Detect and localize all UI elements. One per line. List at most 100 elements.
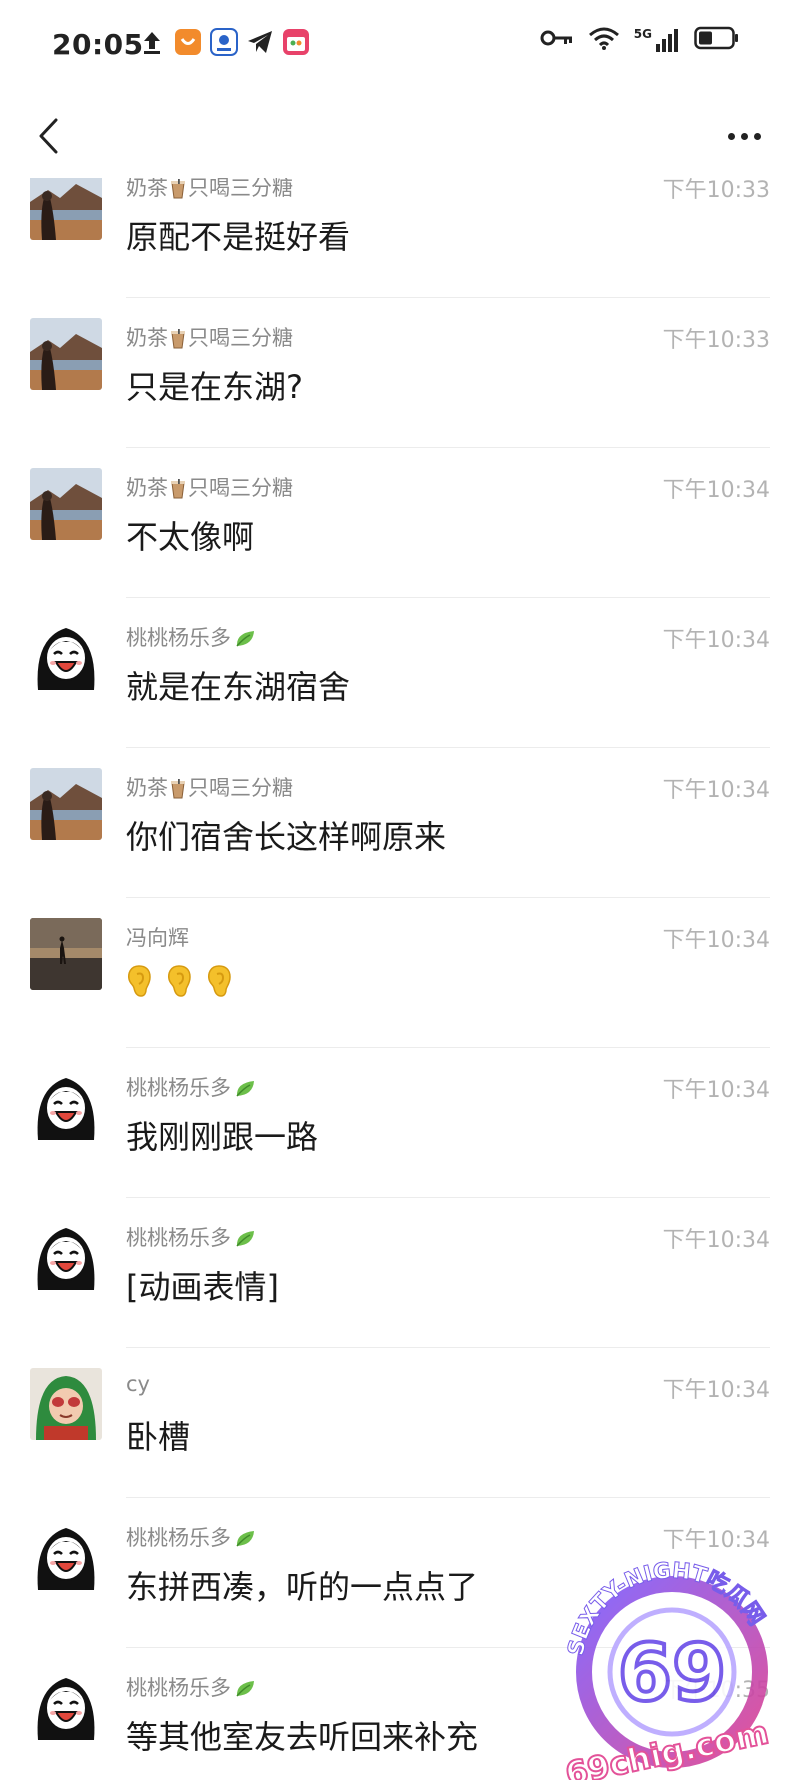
message-item[interactable]: 冯向辉 下午10:34 (0, 898, 800, 1048)
avatar[interactable] (30, 178, 102, 240)
message-text: 只是在东湖? (126, 368, 303, 406)
sender-name-text: cy (126, 1372, 150, 1396)
message-item[interactable]: 桃桃杨乐多 下午10:34 我刚刚跟一路 (0, 1048, 800, 1198)
system-icons: 5G (540, 26, 740, 54)
avatar[interactable] (30, 1368, 102, 1440)
message-item[interactable]: 奶茶 只喝三分糖 下午10:33 原配不是挺好看 (0, 178, 800, 298)
cellular-signal-icon: 5G (634, 28, 680, 52)
sender-name-text: 桃桃杨乐多 (126, 626, 231, 650)
leaf-emoji-icon (236, 1681, 254, 1697)
sender-name-suffix: 只喝三分糖 (188, 326, 293, 350)
message-text: 就是在东湖宿舍 (126, 668, 351, 706)
sender-name: cy (126, 1372, 150, 1396)
sender-name-suffix: 只喝三分糖 (188, 776, 293, 800)
sender-name: 奶茶 只喝三分糖 (126, 178, 293, 202)
sender-name-suffix: 只喝三分糖 (188, 476, 293, 500)
message-item[interactable]: 奶茶 只喝三分糖 下午10:34 不太像啊 (0, 448, 800, 598)
upload-icon (138, 28, 166, 56)
sender-name-text: 冯向辉 (126, 926, 189, 950)
sender-name-text: 桃桃杨乐多 (126, 1676, 231, 1700)
message-time: 下午10:34 (662, 478, 770, 503)
sender-name-text: 奶茶 (126, 326, 168, 350)
message-item[interactable]: 桃桃杨乐多 下午10:34 [动画表情] (0, 1198, 800, 1348)
leaf-emoji-icon (236, 631, 254, 647)
more-dots-icon (727, 132, 735, 140)
sender-name-text: 桃桃杨乐多 (126, 1226, 231, 1250)
avatar[interactable] (30, 1518, 102, 1590)
emoji-row (126, 964, 232, 998)
milk-tea-emoji-icon (171, 479, 185, 499)
sender-name: 桃桃杨乐多 (126, 1672, 256, 1702)
vpn-key-icon (540, 28, 574, 52)
message-time: 下午10:34 (662, 628, 770, 653)
sender-name: 冯向辉 (126, 922, 189, 952)
message-time: 下午10:33 (662, 178, 770, 203)
location-app-icon (210, 28, 238, 56)
message-text (126, 962, 232, 998)
sender-name-text: 奶茶 (126, 178, 168, 200)
wifi-icon (588, 26, 620, 54)
app-badge-icon (174, 28, 202, 56)
sender-name-text: 桃桃杨乐多 (126, 1076, 231, 1100)
message-item[interactable]: 桃桃杨乐多 下午10:34 就是在东湖宿舍 (0, 598, 800, 748)
sender-name-text: 桃桃杨乐多 (126, 1526, 231, 1550)
message-text: 卧槽 (126, 1418, 191, 1456)
message-text: 我刚刚跟一路 (126, 1118, 319, 1156)
avatar[interactable] (30, 768, 102, 840)
telegram-icon (246, 28, 274, 56)
leaf-emoji-icon (236, 1081, 254, 1097)
sender-name-text: 奶茶 (126, 476, 168, 500)
sender-name: 奶茶 只喝三分糖 (126, 772, 293, 802)
sender-name: 桃桃杨乐多 (126, 622, 256, 652)
message-item[interactable]: cy 下午10:34 卧槽 (0, 1348, 800, 1498)
status-time: 20:05 (52, 28, 144, 61)
leaf-emoji-icon (236, 1231, 254, 1247)
ear-emoji-icon (128, 965, 151, 997)
sender-name: 桃桃杨乐多 (126, 1222, 256, 1252)
avatar[interactable] (30, 618, 102, 690)
watermark-logo: SEXTY-NIGHT吃瓜网 69 69chig.com (561, 1558, 773, 1780)
ear-emoji-icon (168, 965, 191, 997)
message-text: 原配不是挺好看 (126, 218, 351, 256)
milk-tea-emoji-icon (171, 179, 185, 199)
sender-name: 奶茶 只喝三分糖 (126, 472, 293, 502)
ear-emoji-icon (208, 965, 231, 997)
avatar[interactable] (30, 1218, 102, 1290)
watermark-number: 69 (618, 1629, 727, 1719)
message-time: 下午10:34 (662, 1378, 770, 1403)
avatar[interactable] (30, 468, 102, 540)
milk-tea-emoji-icon (171, 779, 185, 799)
avatar[interactable] (30, 1068, 102, 1140)
message-text: [动画表情] (126, 1268, 279, 1306)
sender-name: 奶茶 只喝三分糖 (126, 322, 293, 352)
chevron-left-icon (39, 118, 58, 154)
message-time: 下午10:34 (662, 1078, 770, 1103)
app-tile-icon (282, 28, 310, 56)
message-text: 东拼西凑，听的一点点了 (126, 1568, 479, 1606)
message-text: 等其他室友去听回来补充 (126, 1718, 479, 1756)
more-button[interactable] (708, 106, 780, 166)
milk-tea-emoji-icon (171, 329, 185, 349)
network-type-label: 5G (633, 27, 652, 41)
message-text: 不太像啊 (126, 518, 255, 556)
message-time: 下午10:33 (662, 328, 770, 353)
message-item[interactable]: 奶茶 只喝三分糖 下午10:33 只是在东湖? (0, 298, 800, 448)
sender-name-suffix: 只喝三分糖 (188, 178, 293, 200)
avatar[interactable] (30, 1668, 102, 1740)
status-bar: 20:05 5G (0, 0, 800, 92)
message-item[interactable]: 奶茶 只喝三分糖 下午10:34 你们宿舍长这样啊原来 (0, 748, 800, 898)
more-dots-icon (753, 132, 761, 140)
avatar[interactable] (30, 918, 102, 990)
notification-icons (138, 28, 310, 56)
leaf-emoji-icon (236, 1531, 254, 1547)
message-time: 下午10:34 (662, 928, 770, 953)
nav-bar (0, 92, 800, 180)
sender-name: 桃桃杨乐多 (126, 1072, 256, 1102)
more-dots-icon (740, 132, 748, 140)
back-button[interactable] (18, 106, 78, 166)
sender-name-text: 奶茶 (126, 776, 168, 800)
message-text: 你们宿舍长这样啊原来 (126, 818, 447, 856)
battery-icon (694, 26, 740, 54)
message-time: 下午10:34 (662, 1228, 770, 1253)
avatar[interactable] (30, 318, 102, 390)
